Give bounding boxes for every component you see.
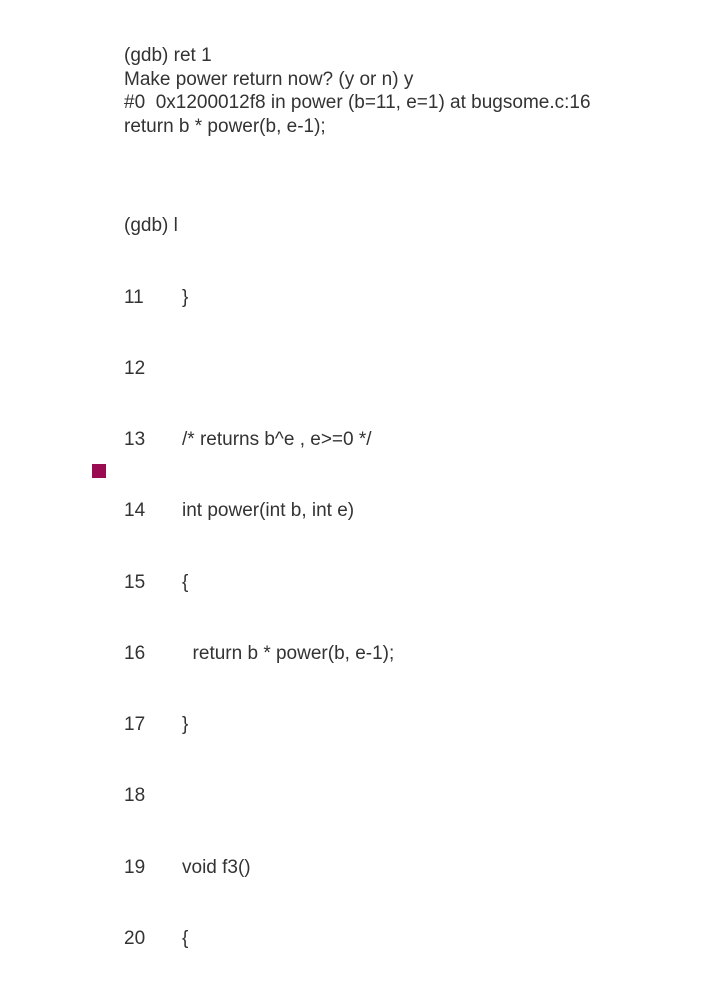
code-text: { — [182, 571, 188, 595]
code-text: } — [182, 286, 188, 310]
accent-square-icon — [92, 464, 106, 478]
line-number: 20 — [124, 927, 182, 951]
gdb-line: #0 0x1200012f8 in power (b=11, e=1) at b… — [124, 92, 591, 113]
gdb-listing-block: (gdb) l 11} 12 13/* returns b^e , e>=0 *… — [124, 167, 690, 998]
gdb-listing-cmd: (gdb) l — [124, 214, 690, 238]
code-text: /* returns b^e , e>=0 */ — [182, 428, 372, 452]
listing-row: 14int power(int b, int e) — [124, 499, 690, 523]
gdb-ret-block: (gdb) ret 1 Make power return now? (y or… — [124, 20, 690, 139]
line-number: 11 — [124, 286, 182, 310]
line-number: 12 — [124, 357, 182, 381]
line-number: 16 — [124, 642, 182, 666]
code-text: int power(int b, int e) — [182, 499, 354, 523]
line-number: 14 — [124, 499, 182, 523]
listing-row: 13/* returns b^e , e>=0 */ — [124, 428, 690, 452]
gdb-line: (gdb) ret 1 — [124, 45, 212, 66]
gdb-line: return b * power(b, e-1); — [124, 116, 326, 137]
code-text: void f3() — [182, 856, 251, 880]
line-number: 13 — [124, 428, 182, 452]
code-text: } — [182, 713, 188, 737]
line-number: 17 — [124, 713, 182, 737]
listing-row: 17} — [124, 713, 690, 737]
line-number: 19 — [124, 856, 182, 880]
listing-row: 18 — [124, 784, 690, 808]
line-number: 18 — [124, 784, 182, 808]
listing-row: 19void f3() — [124, 856, 690, 880]
listing-row: 16 return b * power(b, e-1); — [124, 642, 690, 666]
line-number: 15 — [124, 571, 182, 595]
listing-row: 20{ — [124, 927, 690, 951]
listing-row: 12 — [124, 357, 690, 381]
gdb-line: Make power return now? (y or n) y — [124, 69, 413, 90]
listing-row: 15{ — [124, 571, 690, 595]
code-text: { — [182, 927, 188, 951]
code-text: return b * power(b, e-1); — [182, 642, 394, 666]
slide: (gdb) ret 1 Make power return now? (y or… — [0, 0, 720, 540]
listing-row: 11} — [124, 286, 690, 310]
